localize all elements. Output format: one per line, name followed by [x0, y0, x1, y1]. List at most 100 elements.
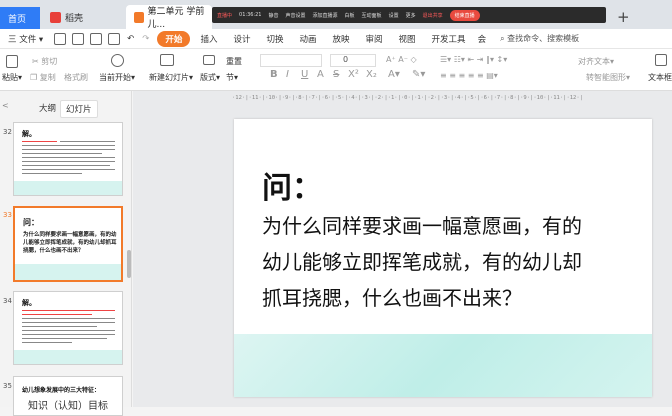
slide-number: 32: [3, 128, 12, 136]
menu-transition[interactable]: 切换: [258, 33, 291, 45]
preview-icon[interactable]: [108, 32, 121, 45]
thumb-band: [14, 350, 122, 364]
settings-button[interactable]: 设置: [389, 12, 399, 19]
tab-outline[interactable]: 大纲: [34, 100, 61, 116]
superscript-icon[interactable]: X²: [348, 69, 359, 80]
font-color-icon[interactable]: A▾: [388, 69, 400, 80]
list-controls[interactable]: ☰▾ ☷▾ ⇤ ⇥ ‖▾ ↕▾: [440, 55, 507, 64]
thumb-title: 解。: [22, 299, 36, 307]
export-icon[interactable]: [72, 32, 85, 45]
tab-document[interactable]: 第二单元 学前儿...: [126, 5, 212, 30]
slide-title[interactable]: 问：: [262, 163, 322, 207]
menu-design[interactable]: 设计: [225, 33, 258, 45]
shadow-icon[interactable]: A: [317, 69, 324, 80]
panel-scrollbar[interactable]: [127, 250, 131, 278]
play-from-current-button[interactable]: 当前开始▾: [99, 72, 135, 83]
text-line: [22, 161, 115, 162]
convert-smartart-button[interactable]: 转智能图形▾: [586, 72, 630, 83]
text-line: [22, 169, 115, 170]
tab-docer[interactable]: 稻壳: [42, 5, 122, 29]
strikethrough-icon[interactable]: S: [333, 69, 339, 80]
layout-icon[interactable]: [203, 55, 215, 65]
file-menu[interactable]: 三 文件 ▾: [0, 33, 51, 45]
scissors-icon: ✂: [32, 57, 39, 66]
slide-thumbnail-35[interactable]: 幼儿想象发展中的三大特征： 知识（认知）目标: [13, 376, 123, 416]
paste-button[interactable]: 粘贴▾: [2, 72, 22, 83]
text-line: [22, 338, 107, 339]
thumb-title: 幼儿想象发展中的三大特征：: [22, 387, 101, 394]
sound-settings-button[interactable]: 声音设置: [286, 12, 306, 19]
menu-more[interactable]: 会: [474, 33, 491, 45]
tab-home[interactable]: 首页: [0, 7, 40, 29]
font-family-select[interactable]: [260, 54, 322, 67]
font-size-controls[interactable]: A⁺ A⁻ ◇: [386, 55, 417, 64]
thumb-band: [15, 264, 121, 280]
live-broadcast-toolbar: 直播中 01:36:21 静音 声音设置 添加直播源 白板 互动面板 设置 更多…: [212, 7, 606, 23]
copy-button[interactable]: ❐ 复制: [30, 72, 56, 83]
new-tab-button[interactable]: +: [617, 8, 630, 26]
format-painter-button[interactable]: 格式刷: [64, 72, 88, 83]
font-size-select[interactable]: 0: [330, 54, 376, 67]
mute-button[interactable]: 静音: [268, 12, 278, 19]
align-text-button[interactable]: 对齐文本▾: [578, 56, 614, 67]
subscript-icon[interactable]: X₂: [366, 69, 377, 80]
thumb-title: 问：: [23, 218, 39, 227]
layout-button[interactable]: 版式▾: [200, 72, 220, 83]
search-label: 查找命令、搜索模板: [507, 34, 580, 43]
slide-body-line: 抓耳挠腮，什么也画不出来？: [262, 286, 522, 310]
whiteboard-button[interactable]: 白板: [345, 12, 355, 19]
menu-animation[interactable]: 动画: [291, 33, 324, 45]
paragraph-align-controls[interactable]: ≡ ≡ ≡ ≡ ≡ ▤▾: [440, 71, 498, 80]
textbox-button[interactable]: 文本框: [648, 72, 672, 83]
text-line: [22, 173, 82, 174]
menu-start[interactable]: 开始: [157, 30, 191, 47]
menu-view[interactable]: 视图: [391, 33, 424, 45]
undo-icon[interactable]: ↶: [123, 34, 138, 44]
underline-icon[interactable]: U: [301, 69, 308, 80]
new-slide-button[interactable]: 新建幻灯片▾: [149, 72, 193, 83]
slide-decorative-band: [234, 334, 652, 397]
copy-icon: ❐: [30, 73, 38, 82]
paste-icon[interactable]: [6, 55, 18, 68]
slide-thumbnail-32[interactable]: 解。: [13, 122, 123, 196]
text-line: [22, 141, 57, 142]
highlight-icon[interactable]: ✎▾: [412, 69, 425, 80]
menu-insert[interactable]: 插入: [192, 33, 225, 45]
cut-button[interactable]: ✂ 剪切: [32, 56, 57, 67]
textbox-icon[interactable]: [655, 54, 667, 66]
slide-body-text[interactable]: 为什么同样要求画一幅意愿画，有的 幼儿能够立即挥笔成就，有的幼儿却 抓耳挠腮，什…: [262, 208, 634, 316]
italic-icon[interactable]: I: [286, 69, 289, 80]
thumb-text: 为什么同样要求画一幅意愿画，有的幼儿能够立即挥笔成就，有的幼儿却抓耳挠腮，什么也…: [23, 232, 117, 254]
menu-slideshow[interactable]: 放映: [325, 33, 358, 45]
cut-label: 剪切: [41, 57, 58, 66]
collapse-panel-icon[interactable]: <: [2, 101, 9, 110]
save-icon[interactable]: [54, 32, 67, 45]
redo-icon[interactable]: ↷: [138, 34, 153, 44]
slide-thumbnail-33-selected[interactable]: 问： 为什么同样要求画一幅意愿画，有的幼儿能够立即挥笔成就，有的幼儿却抓耳挠腮，…: [13, 206, 123, 282]
end-live-button[interactable]: 结束直播: [449, 9, 480, 21]
menu-review[interactable]: 审阅: [358, 33, 391, 45]
text-line: [60, 141, 115, 142]
interaction-panel-button[interactable]: 互动面板: [362, 12, 382, 19]
text-line: [22, 157, 115, 158]
tab-slides[interactable]: 幻灯片: [60, 100, 98, 118]
menu-developer[interactable]: 开发工具: [424, 33, 474, 45]
play-icon[interactable]: [111, 54, 124, 67]
bold-icon[interactable]: B: [270, 69, 278, 80]
command-search[interactable]: ⌕ 查找命令、搜索模板: [500, 33, 579, 44]
menu-bar: 三 文件 ▾ ↶ ↷ 开始 插入 设计 切换 动画 放映 审阅 视图 开发工具 …: [0, 29, 672, 49]
tab-docer-label: 稻壳: [65, 13, 84, 24]
text-line: [22, 149, 115, 150]
current-slide[interactable]: 问： 为什么同样要求画一幅意愿画，有的 幼儿能够立即挥笔成就，有的幼儿却 抓耳挠…: [234, 119, 652, 397]
stop-share-button[interactable]: 退出共享: [423, 12, 443, 19]
thumb-title: 解。: [22, 130, 36, 138]
section-button[interactable]: 节▾: [226, 72, 238, 83]
title-bar: 首页 稻壳 第二单元 学前儿... 直播中 01:36:21 静音 声音设置 添…: [0, 0, 672, 30]
slide-number: 33: [3, 211, 12, 219]
slide-thumbnail-34[interactable]: 解。: [13, 291, 123, 365]
new-slide-icon[interactable]: [160, 54, 174, 66]
print-icon[interactable]: [90, 32, 103, 45]
add-source-button[interactable]: 添加直播源: [313, 12, 338, 19]
reset-button[interactable]: 重置: [226, 56, 242, 67]
more-button[interactable]: 更多: [406, 12, 416, 19]
